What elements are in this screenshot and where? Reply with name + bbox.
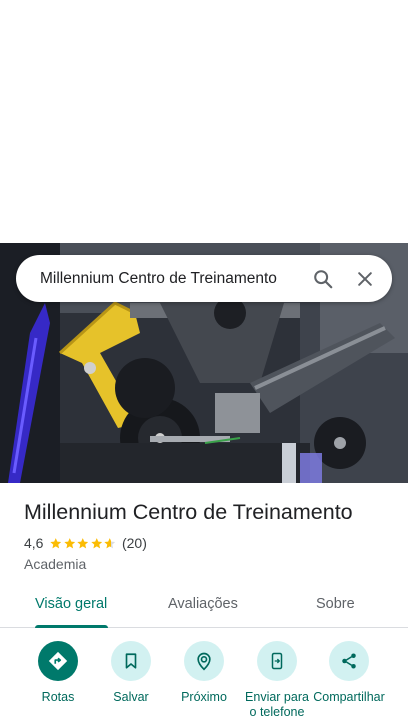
share-label: Compartilhar [313, 690, 385, 704]
share-icon [329, 641, 369, 681]
search-bar[interactable]: Millennium Centro de Treinamento [16, 255, 392, 302]
send-to-phone-button[interactable]: Enviar para o telefone [240, 641, 314, 720]
share-button[interactable]: Compartilhar [312, 641, 386, 705]
tab-reviews[interactable]: Avaliações [168, 596, 238, 612]
search-query[interactable]: Millennium Centro de Treinamento [16, 270, 302, 288]
star-icon [77, 537, 89, 548]
save-button[interactable]: Salvar [94, 641, 168, 705]
directions-label: Rotas [41, 690, 75, 704]
action-bar: Rotas Salvar Próximo Enviar para o telef… [0, 641, 408, 726]
place-sheet: Millennium Centro de Treinamento Millenn… [0, 0, 408, 726]
search-icon [314, 269, 333, 288]
active-tab-indicator [35, 625, 108, 628]
search-button[interactable] [302, 258, 344, 300]
tab-overview[interactable]: Visão geral [35, 596, 107, 612]
directions-button[interactable]: Rotas [21, 641, 95, 705]
save-label: Salvar [113, 690, 149, 704]
star-icon [91, 537, 103, 548]
directions-icon [38, 641, 78, 681]
bookmark-icon [111, 641, 151, 681]
send-to-phone-label: Enviar para o telefone [245, 690, 309, 719]
star-icon [50, 537, 62, 548]
rating-stars [49, 537, 117, 550]
nearby-label: Próximo [181, 690, 227, 704]
send-to-phone-icon [257, 641, 297, 681]
star-icon [64, 537, 76, 548]
tab-about[interactable]: Sobre [316, 596, 355, 612]
close-button[interactable] [344, 258, 386, 300]
review-count[interactable]: (20) [122, 535, 147, 551]
nearby-icon [184, 641, 224, 681]
tab-bar: Visão geral Avaliações Sobre [0, 586, 408, 628]
place-info: Millennium Centro de Treinamento 4,6 (20… [24, 500, 394, 572]
rating-value: 4,6 [24, 535, 44, 551]
place-title: Millennium Centro de Treinamento [24, 500, 353, 524]
close-icon [358, 271, 372, 286]
place-category[interactable]: Academia [24, 556, 394, 572]
rating-row[interactable]: 4,6 (20) [24, 534, 394, 552]
nearby-button[interactable]: Próximo [167, 641, 241, 705]
star-icon [104, 537, 116, 548]
